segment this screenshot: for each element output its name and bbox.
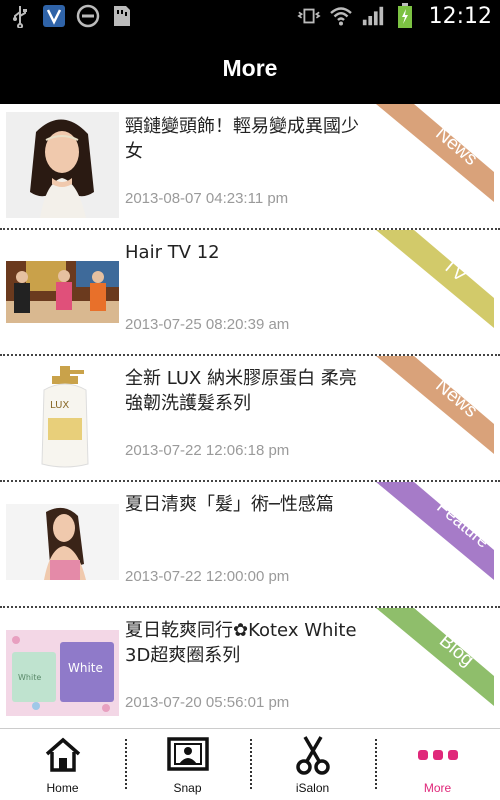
svg-text:White: White (68, 661, 103, 675)
article-date: 2013-08-07 04:23:11 pm (125, 190, 288, 207)
article-title: 夏日乾爽同行✿Kotex White 3D超爽圈系列 (125, 618, 370, 668)
shield-icon (42, 4, 66, 28)
svg-text:LUX: LUX (50, 400, 69, 411)
article-thumbnail (6, 112, 119, 218)
article-item[interactable]: 夏日清爽「髮」術─性感篇 2013-07-22 12:00:00 pm Feat… (0, 482, 500, 608)
picture-frame-icon (166, 735, 210, 775)
category-ribbon: Feature (376, 482, 494, 580)
nav-home-label: Home (46, 781, 78, 795)
nav-more[interactable]: More (375, 729, 500, 800)
nav-more-label: More (424, 781, 451, 795)
article-title: Hair TV 12 (125, 240, 370, 265)
article-thumbnail: White White (6, 630, 119, 716)
article-thumbnail: LUX (6, 364, 119, 470)
category-ribbon: News (376, 356, 494, 454)
status-bar-system: 12:12 (297, 2, 492, 30)
nav-isalon-label: iSalon (296, 781, 329, 795)
do-not-disturb-icon (76, 4, 100, 28)
category-ribbon: TV (376, 230, 494, 328)
article-date: 2013-07-25 08:20:39 am (125, 316, 289, 333)
article-item[interactable]: 頸鏈變頭飾！輕易變成異國少女 2013-08-07 04:23:11 pm Ne… (0, 104, 500, 230)
category-ribbon: Blog (376, 608, 494, 706)
article-title: 全新 LUX 納米膠原蛋白 柔亮強韌洗護髮系列 (125, 366, 370, 416)
nav-snap-label: Snap (173, 781, 201, 795)
article-thumbnail (6, 261, 119, 323)
nav-snap[interactable]: Snap (125, 729, 250, 800)
article-item[interactable]: White White 夏日乾爽同行✿Kotex White 3D超爽圈系列 2… (0, 608, 500, 728)
wifi-icon (329, 4, 353, 28)
category-ribbon: News (376, 104, 494, 202)
article-title: 夏日清爽「髮」術─性感篇 (125, 492, 370, 517)
usb-icon (8, 4, 32, 28)
nav-isalon[interactable]: iSalon (250, 729, 375, 800)
vibrate-icon (297, 4, 321, 28)
battery-charging-icon (393, 4, 417, 28)
status-time: 12:12 (429, 4, 492, 29)
status-bar-notifications (8, 4, 134, 28)
article-title: 頸鏈變頭飾！輕易變成異國少女 (125, 114, 370, 164)
status-bar: 12:12 (0, 0, 500, 32)
svg-text:White: White (18, 673, 41, 682)
bottom-nav: Home Snap iSalon More (0, 728, 500, 800)
signal-icon (361, 4, 385, 28)
header: More (0, 32, 500, 104)
article-list[interactable]: 頸鏈變頭飾！輕易變成異國少女 2013-08-07 04:23:11 pm Ne… (0, 104, 500, 728)
article-date: 2013-07-22 12:00:00 pm (125, 568, 289, 585)
scissors-icon (291, 735, 335, 775)
article-date: 2013-07-22 12:06:18 pm (125, 442, 289, 459)
article-item[interactable]: LUX 全新 LUX 納米膠原蛋白 柔亮強韌洗護髮系列 2013-07-22 1… (0, 356, 500, 482)
more-dots-icon (416, 735, 460, 775)
sd-card-icon (110, 4, 134, 28)
page-title: More (223, 55, 278, 82)
home-icon (41, 735, 85, 775)
article-thumbnail (6, 504, 119, 580)
nav-home[interactable]: Home (0, 729, 125, 800)
article-date: 2013-07-20 05:56:01 pm (125, 694, 289, 711)
article-item[interactable]: Hair TV 12 2013-07-25 08:20:39 am TV (0, 230, 500, 356)
